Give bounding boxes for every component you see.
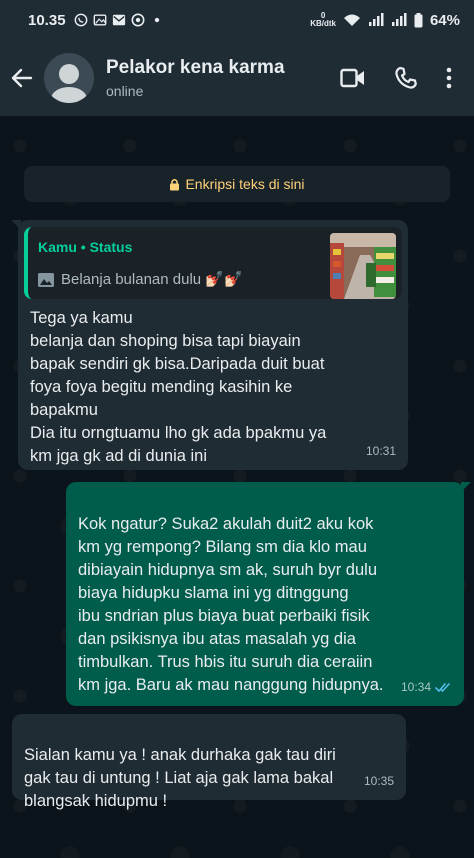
status-time: 10.35 [28,11,66,29]
contact-avatar[interactable] [44,53,94,103]
message-text: Tega ya kamu belanja dan shoping bisa ta… [30,309,327,465]
signal-icon-2 [391,13,407,26]
message-time-value: 10:31 [365,444,396,458]
back-button[interactable] [0,67,44,89]
message-incoming-1[interactable]: Kamu • Status Belanja bulanan dulu 💅🏻💅🏻 [11,220,408,470]
quoted-status[interactable]: Kamu • Status Belanja bulanan dulu 💅🏻💅🏻 [24,227,402,299]
back-arrow-icon [11,68,33,88]
contact-status: online [106,83,144,99]
chat-area[interactable]: Enkripsi teks di sini Kamu • Status Bela… [0,116,474,858]
message-text: Kok ngatur? Suka2 akulah duit2 aku kok k… [78,515,384,694]
network-speed: 0 KB/dtk [310,12,336,28]
message-time-value: 10:34 [400,680,431,694]
status-bar: 10.35 0 KB/dtk 64% [0,0,474,40]
contact-info[interactable]: Pelakor kena karma online [106,57,340,99]
message-time: 10:35 [364,770,394,793]
message-outgoing-1[interactable]: Kok ngatur? Suka2 akulah duit2 aku kok k… [66,482,471,706]
mail-icon [112,14,125,26]
more-options-icon [446,67,452,89]
status-thumbnail [330,233,396,299]
image-icon [93,14,106,26]
voice-call-icon [395,66,417,89]
quote-text: Belanja bulanan dulu 💅🏻💅🏻 [61,271,243,288]
battery-level: 64% [429,11,460,29]
message-incoming-2[interactable]: Sialan kamu ya ! anak durhaka gak tau di… [12,714,406,810]
message-time: 10:31 [366,440,396,463]
dot-icon [154,17,159,23]
wifi-icon [343,14,360,26]
lock-icon [170,178,180,190]
chat-header: Pelakor kena karma online [0,40,474,116]
encryption-text: Enkripsi teks di sini [185,176,305,192]
message-time-value: 10:35 [363,774,394,788]
message-time: 10:34 [401,676,452,699]
voice-call-button[interactable] [394,66,418,90]
contact-name: Pelakor kena karma [106,57,285,78]
network-speed-unit: KB/dtk [310,19,336,28]
more-options-button[interactable] [446,67,452,89]
whatsapp-icon [74,13,87,27]
app-icon [131,13,145,27]
read-receipt-icon [435,683,450,693]
encryption-notice[interactable]: Enkripsi teks di sini [24,166,450,202]
video-call-button[interactable] [340,68,366,88]
signal-icon [368,13,384,26]
photo-icon [38,272,54,287]
message-text: Sialan kamu ya ! anak durhaka gak tau di… [24,746,336,810]
video-call-icon [340,68,364,88]
battery-icon [414,12,423,27]
